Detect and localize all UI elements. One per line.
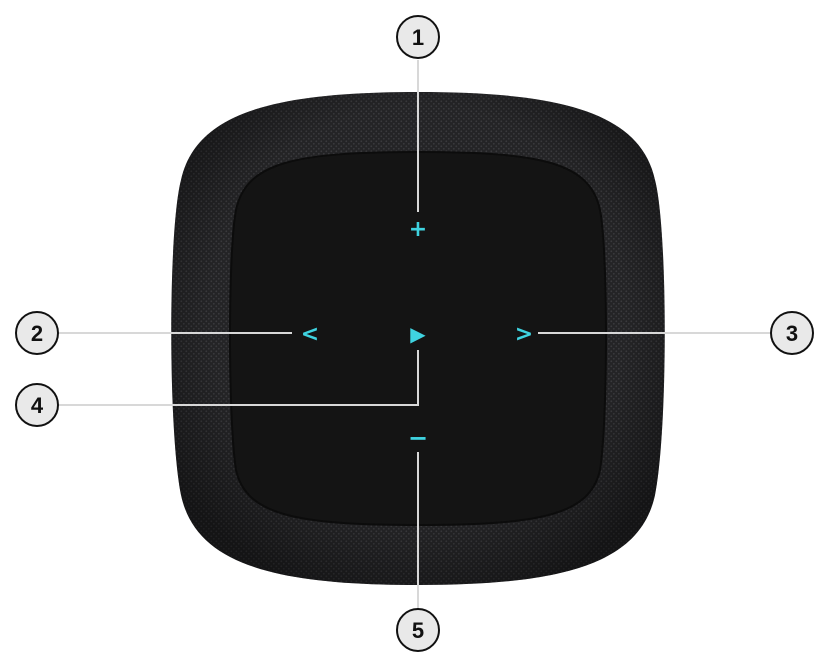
callout-3-number: 3 <box>786 321 798 346</box>
callout-1: 1 <box>396 15 440 59</box>
speaker-diagram: + < ▶ > − 1 2 3 4 5 <box>15 15 814 652</box>
callout-2-number: 2 <box>31 321 43 346</box>
callout-2: 2 <box>15 311 59 355</box>
callout-1-number: 1 <box>412 25 424 50</box>
callout-5: 5 <box>396 608 440 652</box>
play-icon[interactable]: ▶ <box>410 322 426 346</box>
callout-5-number: 5 <box>412 618 424 643</box>
chevron-left-icon[interactable]: < <box>301 322 319 347</box>
callout-4-number: 4 <box>31 393 44 418</box>
plus-icon[interactable]: + <box>409 217 427 242</box>
callout-3: 3 <box>770 311 814 355</box>
callout-4: 4 <box>15 383 59 427</box>
chevron-right-icon[interactable]: > <box>515 322 533 347</box>
minus-icon[interactable]: − <box>408 424 428 452</box>
